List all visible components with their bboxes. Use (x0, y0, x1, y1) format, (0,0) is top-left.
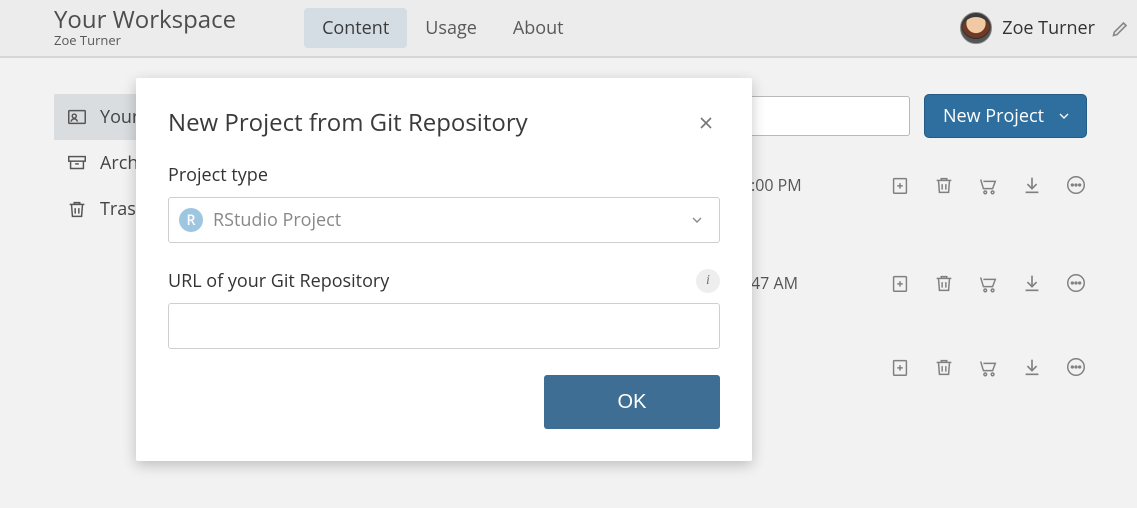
chevron-down-icon (689, 212, 705, 228)
project-type-value: RStudio Project (213, 208, 341, 232)
modal-title: New Project from Git Repository (168, 106, 692, 139)
project-type-select[interactable]: R RStudio Project (168, 197, 720, 243)
rstudio-icon: R (179, 208, 203, 232)
project-type-label: Project type (168, 163, 720, 187)
ok-button[interactable]: OK (544, 375, 720, 429)
modal-overlay: New Project from Git Repository Project … (0, 0, 1137, 508)
new-project-modal: New Project from Git Repository Project … (136, 78, 752, 461)
close-icon[interactable] (692, 109, 720, 137)
info-icon[interactable]: i (696, 269, 720, 293)
git-url-label: URL of your Git Repository (168, 269, 389, 293)
git-url-input[interactable] (168, 303, 720, 349)
